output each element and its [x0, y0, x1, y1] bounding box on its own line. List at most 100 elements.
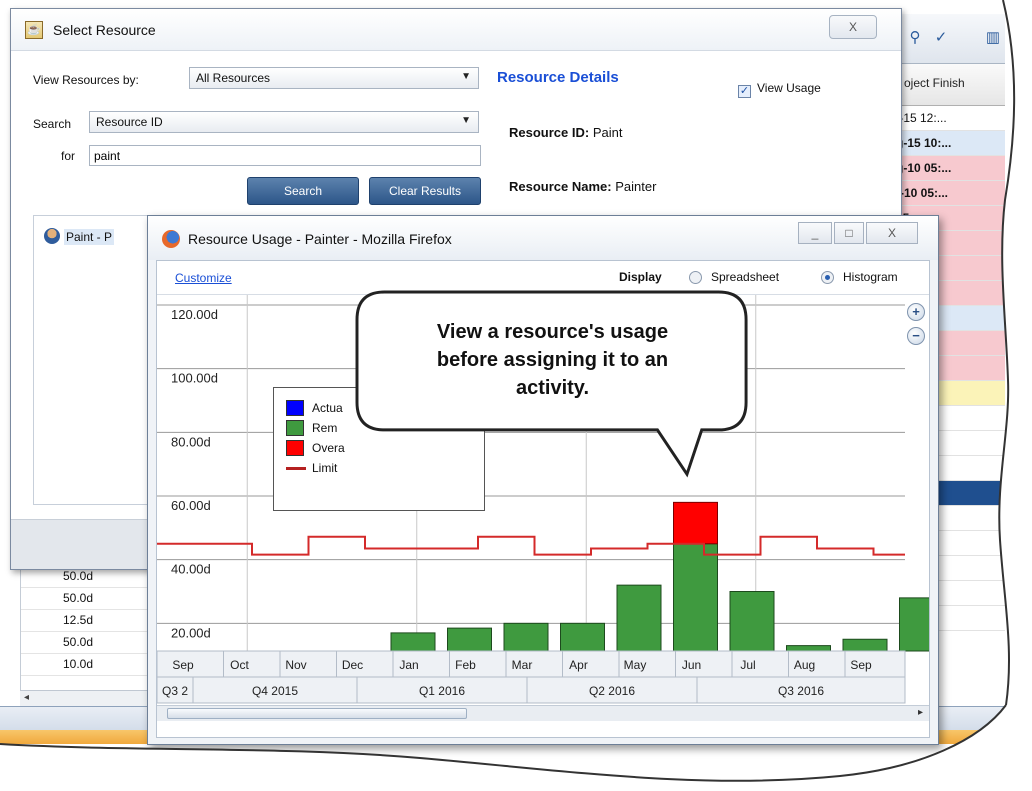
y-tick-label: 120.00d	[171, 307, 218, 322]
bar-remaining	[786, 645, 831, 652]
view-usage-checkbox[interactable]: ✓ View Usage	[738, 81, 821, 98]
units-cell[interactable]: 10.0d	[21, 654, 161, 676]
finish-cell[interactable]: g-15 10:...	[886, 131, 1005, 156]
bar-remaining	[560, 622, 605, 652]
quarter-label: Q3 2016	[778, 684, 824, 698]
x-tick-label: Oct	[230, 658, 249, 672]
legend-label-limit: Limit	[312, 461, 338, 475]
zoom-out-icon[interactable]: −	[907, 327, 925, 345]
spellcheck-icon[interactable]: ✓	[930, 28, 952, 50]
x-tick-label: Sep	[850, 658, 872, 672]
chart-legend: Actua Rem Overa Limit	[273, 387, 485, 511]
search-input[interactable]	[89, 145, 481, 166]
callout-line-1: View a resource's usage	[436, 321, 669, 343]
scrollbar-thumb[interactable]	[167, 708, 467, 719]
quarter-label: Q4 2015	[252, 684, 298, 698]
view-by-label: View Resources by:	[33, 73, 139, 87]
quarter-label: Q3 2	[162, 684, 188, 698]
histogram-label: Histogram	[843, 270, 898, 284]
resource-id-value: Paint	[592, 125, 623, 140]
search-button[interactable]: Search	[247, 177, 359, 205]
callout-line-2: before assigning it to an	[436, 349, 669, 371]
view-by-select[interactable]: All Resources ▼	[189, 67, 479, 89]
quarter-label: Q2 2016	[589, 684, 635, 698]
firefox-icon	[162, 230, 180, 248]
main-toolbar: ⚲ ✓ ▥	[886, 14, 1005, 64]
spreadsheet-label: Spreadsheet	[711, 270, 780, 284]
finish-cell[interactable]: t-15 12:...	[886, 106, 1005, 131]
firefox-titlebar: Resource Usage - Painter - Mozilla Firef…	[148, 216, 938, 260]
bar-remaining	[390, 632, 436, 652]
bar-overallocation	[673, 501, 718, 545]
legend-swatch-actual	[286, 400, 304, 416]
view-usage-label: View Usage	[757, 81, 821, 95]
checkmark-icon[interactable]: ✓	[738, 85, 751, 98]
quarter-label: Q1 2016	[419, 684, 465, 698]
x-tick-label: Apr	[569, 658, 588, 672]
bar-remaining	[899, 597, 929, 652]
dialog-titlebar: ☕ Select Resource X	[11, 9, 901, 51]
bar-remaining	[503, 622, 549, 652]
usage-toolbar: Customize Display Spreadsheet Histogram	[157, 261, 929, 295]
minimize-button[interactable]: _	[798, 222, 832, 244]
customize-link[interactable]: Customize	[175, 271, 232, 285]
dialog-close-button[interactable]: X	[829, 15, 877, 39]
columns-icon[interactable]: ▥	[982, 28, 1004, 50]
bar-remaining	[729, 591, 775, 652]
legend-line-limit	[286, 467, 306, 470]
maximize-button[interactable]: □	[834, 222, 864, 244]
x-tick-label: Jan	[399, 658, 418, 672]
zoom-in-icon[interactable]: +	[907, 303, 925, 321]
x-tick-label: Aug	[794, 658, 815, 672]
scroll-left-icon[interactable]: ◂	[24, 692, 29, 703]
x-tick-label: Jun	[682, 658, 701, 672]
x-tick-label: Feb	[455, 658, 476, 672]
dialog-title: Select Resource	[53, 22, 156, 38]
x-tick-label: May	[624, 658, 647, 672]
display-label: Display	[619, 270, 662, 284]
resource-name-detail: Resource Name: Painter	[509, 179, 656, 194]
finish-cell[interactable]: g-10 05:...	[886, 156, 1005, 181]
callout-line-3: activity.	[516, 377, 589, 399]
units-column: 50.0d 50.0d 12.5d 50.0d 10.0d	[20, 565, 161, 695]
window-close-button[interactable]: X	[866, 222, 918, 244]
resource-details-heading: Resource Details	[497, 69, 619, 86]
binoculars-icon[interactable]: ⚲	[904, 28, 926, 50]
units-cell[interactable]: 50.0d	[21, 632, 161, 654]
y-tick-label: 20.00d	[171, 625, 211, 640]
units-cells: 50.0d 50.0d 12.5d 50.0d 10.0d	[21, 566, 161, 691]
legend-swatch-remaining	[286, 420, 304, 436]
y-tick-label: 100.00d	[171, 371, 218, 386]
resource-name-value: Painter	[615, 179, 657, 194]
tree-item-paint[interactable]: Paint - P	[44, 228, 115, 245]
resource-usage-window: Resource Usage - Painter - Mozilla Firef…	[147, 215, 939, 745]
person-icon	[44, 228, 60, 244]
legend-label-remaining: Rem	[312, 421, 338, 435]
spreadsheet-radio[interactable]	[689, 271, 702, 284]
window-title: Resource Usage - Painter - Mozilla Firef…	[188, 231, 452, 247]
bar-remaining	[616, 584, 662, 652]
bar-remaining	[673, 543, 718, 652]
chevron-down-icon: ▼	[461, 115, 471, 126]
y-tick-label: 40.00d	[171, 562, 211, 577]
column-header-project-finish[interactable]: oject Finish	[886, 64, 1005, 106]
legend-label-actual: Actua	[312, 401, 343, 415]
clear-results-button[interactable]: Clear Results	[369, 177, 481, 205]
legend-swatch-overallocation	[286, 440, 304, 456]
x-tick-label: Dec	[342, 658, 363, 672]
chart-horizontal-scrollbar[interactable]: ▸	[157, 705, 929, 721]
table-horizontal-scrollbar[interactable]: ◂	[20, 690, 160, 706]
finish-cell[interactable]: t-10 05:...	[886, 181, 1005, 206]
legend-label-overallocation: Overa	[312, 441, 345, 455]
resource-id-detail: Resource ID: Paint	[509, 125, 622, 140]
scroll-right-icon[interactable]: ▸	[918, 707, 923, 718]
for-label: for	[61, 149, 76, 163]
java-app-icon: ☕	[25, 21, 43, 39]
view-by-value: All Resources	[196, 71, 271, 85]
units-cell[interactable]: 50.0d	[21, 588, 161, 610]
search-label: Search	[33, 117, 72, 131]
histogram-radio[interactable]	[821, 271, 834, 284]
search-by-select[interactable]: Resource ID ▼	[89, 111, 479, 133]
x-tick-label: Sep	[172, 658, 194, 672]
units-cell[interactable]: 12.5d	[21, 610, 161, 632]
